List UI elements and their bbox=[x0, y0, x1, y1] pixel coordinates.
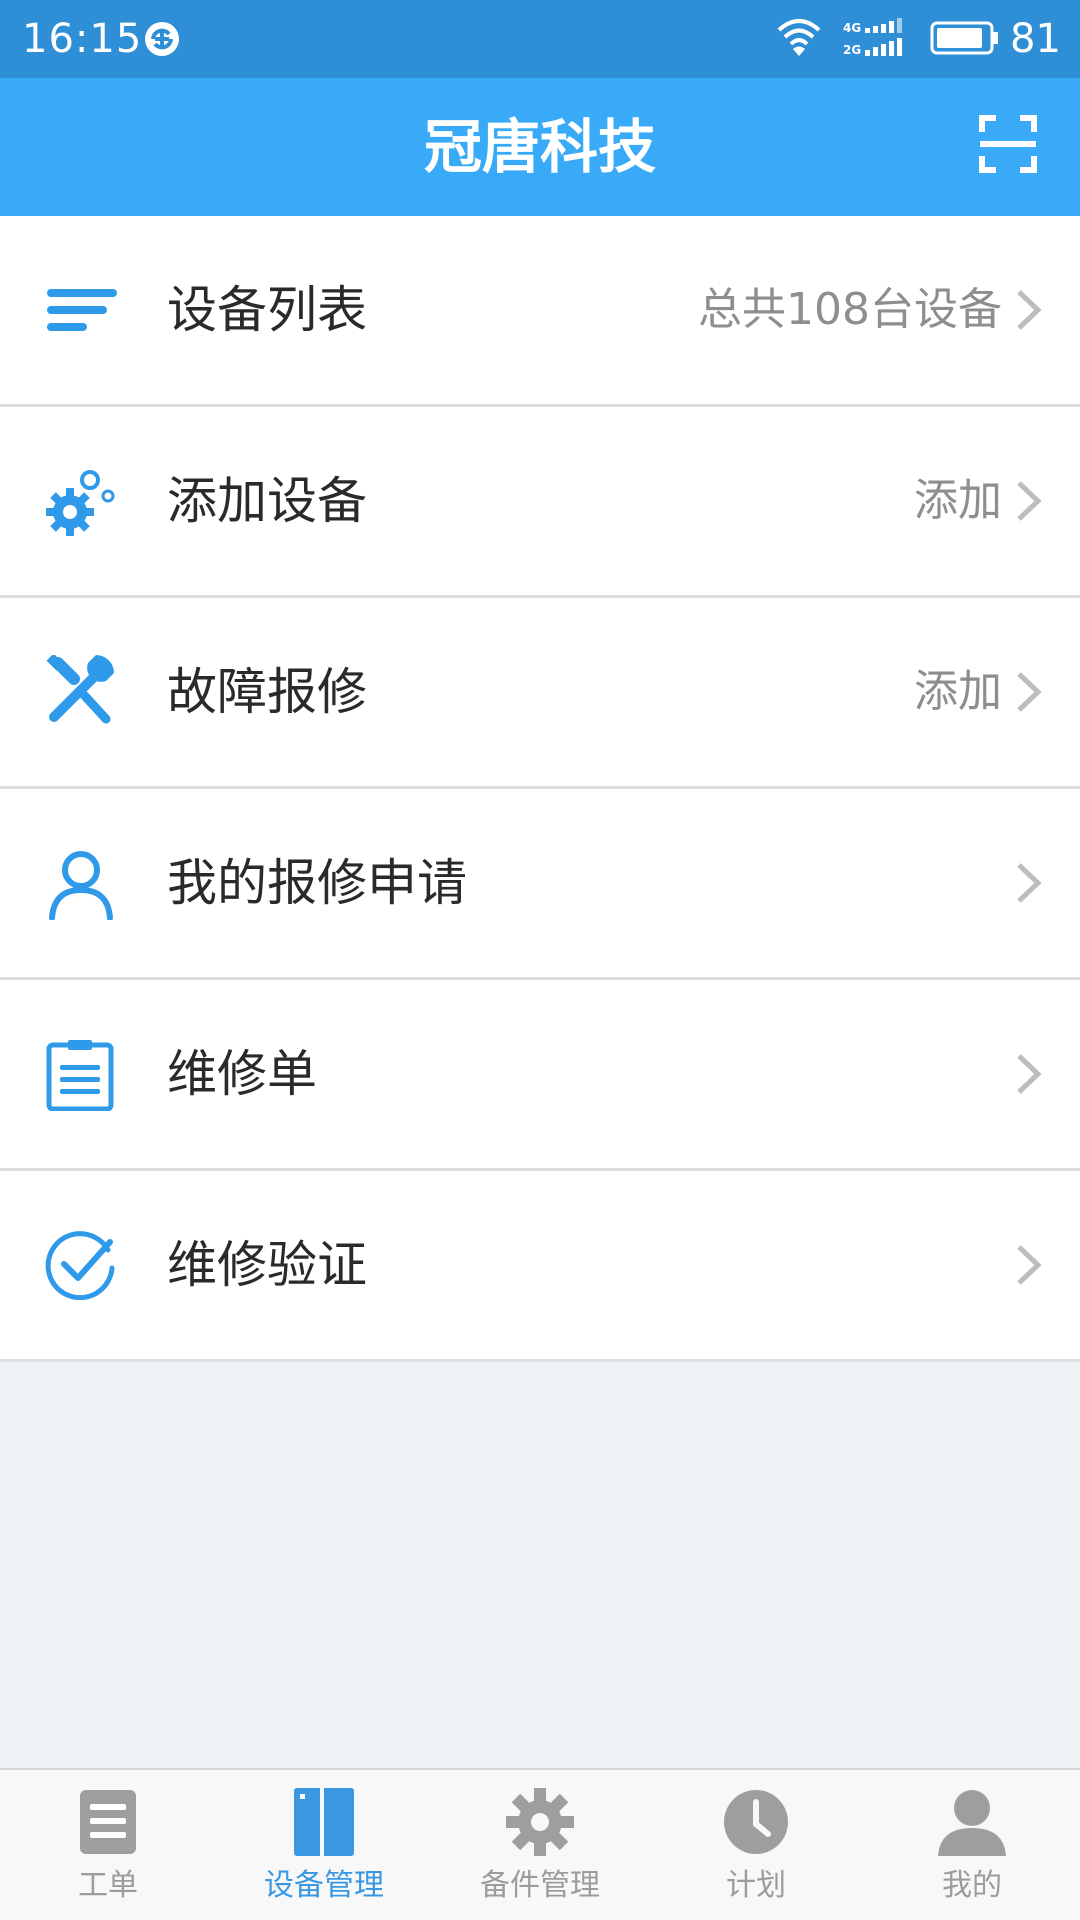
menu-item-fault-report[interactable]: 故障报修 添加 bbox=[0, 598, 1080, 789]
svg-text:2G: 2G bbox=[843, 43, 861, 57]
chevron-right-icon bbox=[1017, 672, 1042, 712]
menu-list: 设备列表 总共108台设备 添加设备 添加 故障报修 添加 我的报修申请 维修单… bbox=[0, 216, 1080, 1362]
battery-level: 81 bbox=[1010, 16, 1061, 62]
menu-item-repair-verification[interactable]: 维修验证 bbox=[0, 1171, 1080, 1362]
menu-item-add-device[interactable]: 添加设备 添加 bbox=[0, 407, 1080, 598]
tab-label: 备件管理 bbox=[480, 1868, 600, 1903]
device-icon bbox=[294, 1788, 354, 1856]
document-icon bbox=[80, 1790, 136, 1854]
chevron-right-icon bbox=[1017, 863, 1042, 903]
menu-item-value: 总共108台设备 bbox=[698, 284, 1002, 335]
scan-icon[interactable] bbox=[978, 114, 1038, 174]
menu-item-device-list[interactable]: 设备列表 总共108台设备 bbox=[0, 216, 1080, 407]
menu-item-label: 我的报修申请 bbox=[167, 854, 467, 912]
tab-work-orders[interactable]: 工单 bbox=[0, 1770, 216, 1920]
menu-item-label: 故障报修 bbox=[167, 663, 367, 721]
chevron-right-icon bbox=[1017, 481, 1042, 521]
tab-label: 计划 bbox=[726, 1868, 786, 1903]
tab-label: 我的 bbox=[942, 1868, 1002, 1903]
gear-icon bbox=[506, 1788, 574, 1856]
status-bar: 16:15 4G 2G 81 bbox=[0, 0, 1080, 78]
tab-plan[interactable]: 计划 bbox=[648, 1770, 864, 1920]
menu-item-label: 设备列表 bbox=[167, 281, 367, 339]
check-circle-icon bbox=[45, 1231, 115, 1301]
clipboard-icon bbox=[46, 1040, 114, 1111]
app-bar: 冠唐科技 bbox=[0, 78, 1080, 216]
chevron-right-icon bbox=[1017, 1054, 1042, 1094]
user-icon bbox=[49, 851, 113, 920]
bottom-tab-bar: 工单 设备管理 备件管理 计划 我的 bbox=[0, 1768, 1080, 1920]
menu-item-repair-orders[interactable]: 维修单 bbox=[0, 980, 1080, 1171]
tab-label: 设备管理 bbox=[264, 1868, 384, 1903]
clock-icon bbox=[724, 1790, 788, 1854]
list-icon bbox=[47, 289, 117, 331]
menu-item-my-repair-requests[interactable]: 我的报修申请 bbox=[0, 789, 1080, 980]
svg-text:4G: 4G bbox=[843, 21, 861, 35]
chevron-right-icon bbox=[1017, 290, 1042, 330]
menu-item-label: 维修验证 bbox=[167, 1236, 367, 1294]
menu-item-label: 维修单 bbox=[167, 1045, 317, 1103]
battery-icon bbox=[930, 21, 998, 55]
status-time: 16:15 bbox=[22, 16, 143, 62]
tools-icon bbox=[46, 655, 114, 724]
sync-icon bbox=[145, 22, 179, 56]
wifi-icon bbox=[777, 19, 821, 56]
tab-spare-parts[interactable]: 备件管理 bbox=[432, 1770, 648, 1920]
signal-icon: 4G 2G bbox=[843, 18, 902, 57]
gears-icon bbox=[46, 470, 115, 536]
menu-item-label: 添加设备 bbox=[167, 472, 367, 530]
tab-me[interactable]: 我的 bbox=[864, 1770, 1080, 1920]
menu-item-value: 添加 bbox=[914, 475, 1002, 526]
person-icon bbox=[938, 1790, 1006, 1856]
tab-device-management[interactable]: 设备管理 bbox=[216, 1770, 432, 1920]
menu-item-value: 添加 bbox=[914, 666, 1002, 717]
page-title: 冠唐科技 bbox=[423, 113, 656, 181]
tab-label: 工单 bbox=[78, 1868, 138, 1903]
chevron-right-icon bbox=[1017, 1245, 1042, 1285]
